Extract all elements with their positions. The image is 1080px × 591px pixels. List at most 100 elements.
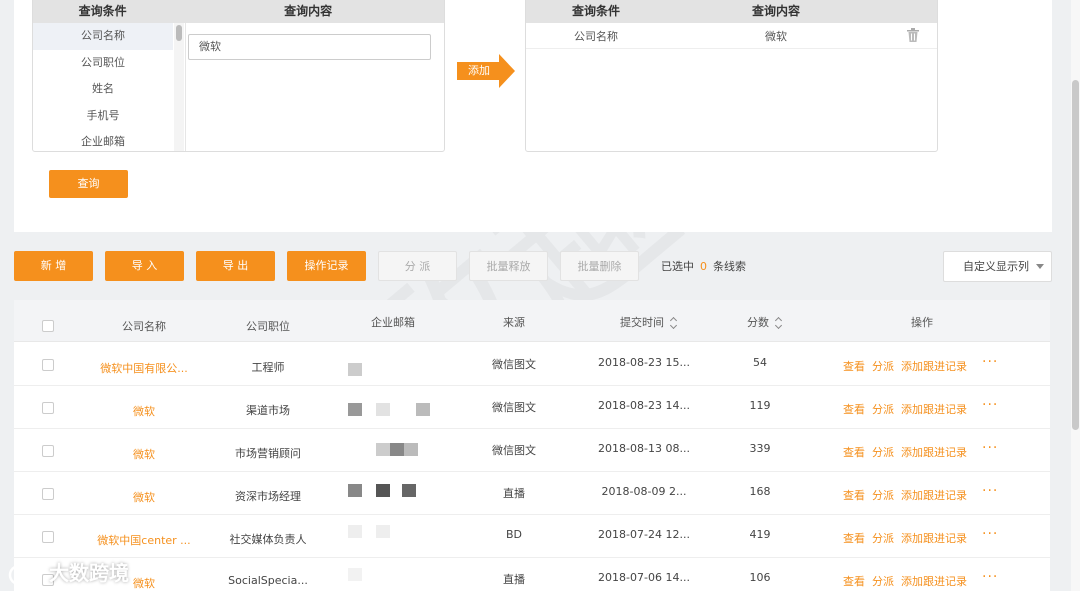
export-button[interactable]: 导 出: [196, 251, 275, 281]
company-name[interactable]: 微软中国center ...: [94, 532, 194, 548]
query-result-box: 查询条件 查询内容 公司名称 微软: [525, 0, 938, 152]
view-link[interactable]: 查看: [843, 358, 865, 374]
condition-item-phone[interactable]: 手机号: [33, 103, 173, 130]
table-row: 微软 渠道市场 微信图文 2018-08-23 14... 119 查看 分派 …: [14, 386, 1050, 429]
submit-time: 2018-07-06 14...: [598, 571, 690, 584]
result-condition: 公司名称: [574, 29, 618, 43]
query-panel: 查询条件 查询内容 公司名称 公司职位 姓名 手机号 企业邮箱 微软 添加 查询…: [14, 0, 1052, 232]
new-button[interactable]: 新 增: [14, 251, 93, 281]
email-redacted: [348, 363, 362, 376]
more-icon[interactable]: ···: [982, 569, 998, 585]
assign-link[interactable]: 分派: [872, 573, 894, 589]
query-condition-header: 查询条件 查询内容: [33, 0, 444, 23]
operation-log-button[interactable]: 操作记录: [287, 251, 366, 281]
condition-scrollbar[interactable]: [174, 23, 184, 151]
condition-list: 公司名称 公司职位 姓名 手机号 企业邮箱: [33, 23, 173, 151]
assign-link[interactable]: 分派: [872, 530, 894, 546]
table-row: 微软 市场营销顾问 微信图文 2018-08-13 08... 339 查看 分…: [14, 429, 1050, 472]
condition-item-email[interactable]: 企业邮箱: [33, 129, 173, 151]
assign-link[interactable]: 分派: [872, 487, 894, 503]
more-icon[interactable]: ···: [982, 440, 998, 456]
header-content: 查询内容: [284, 3, 333, 18]
trash-icon[interactable]: [907, 28, 919, 42]
condition-item-position[interactable]: 公司职位: [33, 50, 173, 77]
page-scrollbar[interactable]: [1071, 0, 1080, 591]
score: 106: [749, 571, 771, 584]
source: 微信图文: [492, 401, 536, 414]
import-button[interactable]: 导 入: [105, 251, 184, 281]
score: 119: [749, 399, 771, 412]
more-icon[interactable]: ···: [982, 397, 998, 413]
add-follow-link[interactable]: 添加跟进记录: [901, 358, 967, 374]
th-submit-time[interactable]: 提交时间: [599, 314, 699, 330]
assign-link[interactable]: 分派: [872, 401, 894, 417]
view-link[interactable]: 查看: [843, 487, 865, 503]
view-link[interactable]: 查看: [843, 401, 865, 417]
sort-icon[interactable]: [775, 318, 783, 328]
view-link[interactable]: 查看: [843, 530, 865, 546]
view-link[interactable]: 查看: [843, 444, 865, 460]
th-score[interactable]: 分数: [730, 314, 800, 330]
sort-icon[interactable]: [670, 318, 678, 328]
row-checkbox[interactable]: [42, 488, 54, 500]
result-header-condition: 查询条件: [571, 3, 620, 18]
company-name[interactable]: 微软中国有限公...: [94, 360, 194, 376]
email-redacted: [348, 525, 362, 538]
more-icon[interactable]: ···: [982, 483, 998, 499]
company-name[interactable]: 微软: [94, 446, 194, 462]
email-redacted: [416, 403, 430, 416]
row-checkbox[interactable]: [42, 359, 54, 371]
email-redacted: [376, 525, 390, 538]
row-checkbox[interactable]: [42, 445, 54, 457]
add-follow-link[interactable]: 添加跟进记录: [901, 530, 967, 546]
more-icon[interactable]: ···: [982, 526, 998, 542]
batch-delete-button[interactable]: 批量删除: [560, 251, 639, 281]
source: 直播: [503, 487, 525, 500]
th-submit-time-label: 提交时间: [620, 316, 664, 329]
th-score-label: 分数: [747, 316, 769, 329]
th-source: 来源: [503, 316, 525, 329]
brand-logo: 大数跨境: [8, 557, 129, 585]
position: 社交媒体负责人: [229, 533, 307, 546]
position: 渠道市场: [246, 404, 290, 417]
row-checkbox[interactable]: [42, 402, 54, 414]
result-row: 公司名称 微软: [526, 23, 937, 49]
view-link[interactable]: 查看: [843, 573, 865, 589]
th-company: 公司名称: [122, 320, 166, 333]
query-content-input[interactable]: 微软: [188, 34, 431, 60]
row-checkbox[interactable]: [42, 531, 54, 543]
table-row: 微软中国center ... 社交媒体负责人 BD 2018-07-24 12.…: [14, 515, 1050, 558]
add-follow-link[interactable]: 添加跟进记录: [901, 444, 967, 460]
logo-icon: [8, 564, 42, 585]
email-redacted: [376, 484, 390, 497]
submit-time: 2018-08-13 08...: [598, 442, 690, 455]
custom-columns-dropdown[interactable]: 自定义显示列: [943, 251, 1052, 282]
email-redacted: [348, 484, 362, 497]
more-icon[interactable]: ···: [982, 354, 998, 370]
company-name[interactable]: 微软: [94, 489, 194, 505]
th-position: 公司职位: [246, 320, 290, 333]
batch-release-button[interactable]: 批量释放: [469, 251, 548, 281]
assign-link[interactable]: 分派: [872, 444, 894, 460]
condition-item-company[interactable]: 公司名称: [33, 23, 173, 50]
source: BD: [505, 528, 523, 541]
selected-info: 已选中 0 条线索: [661, 258, 746, 274]
position: SocialSpecia...: [228, 574, 308, 587]
condition-item-name[interactable]: 姓名: [33, 76, 173, 103]
assign-button[interactable]: 分 派: [378, 251, 457, 281]
company-name[interactable]: 微软: [94, 403, 194, 419]
source: 直播: [503, 573, 525, 586]
result-content: 微软: [765, 29, 787, 43]
select-all-checkbox[interactable]: [42, 320, 54, 332]
add-label[interactable]: 添加: [457, 62, 501, 80]
add-follow-link[interactable]: 添加跟进记录: [901, 401, 967, 417]
submit-time: 2018-07-24 12...: [598, 528, 690, 541]
score: 339: [749, 442, 771, 455]
email-redacted: [376, 443, 390, 456]
add-follow-link[interactable]: 添加跟进记录: [901, 573, 967, 589]
add-follow-link[interactable]: 添加跟进记录: [901, 487, 967, 503]
email-redacted: [404, 443, 418, 456]
submit-time: 2018-08-23 14...: [598, 399, 690, 412]
query-button[interactable]: 查询: [49, 170, 128, 198]
assign-link[interactable]: 分派: [872, 358, 894, 374]
